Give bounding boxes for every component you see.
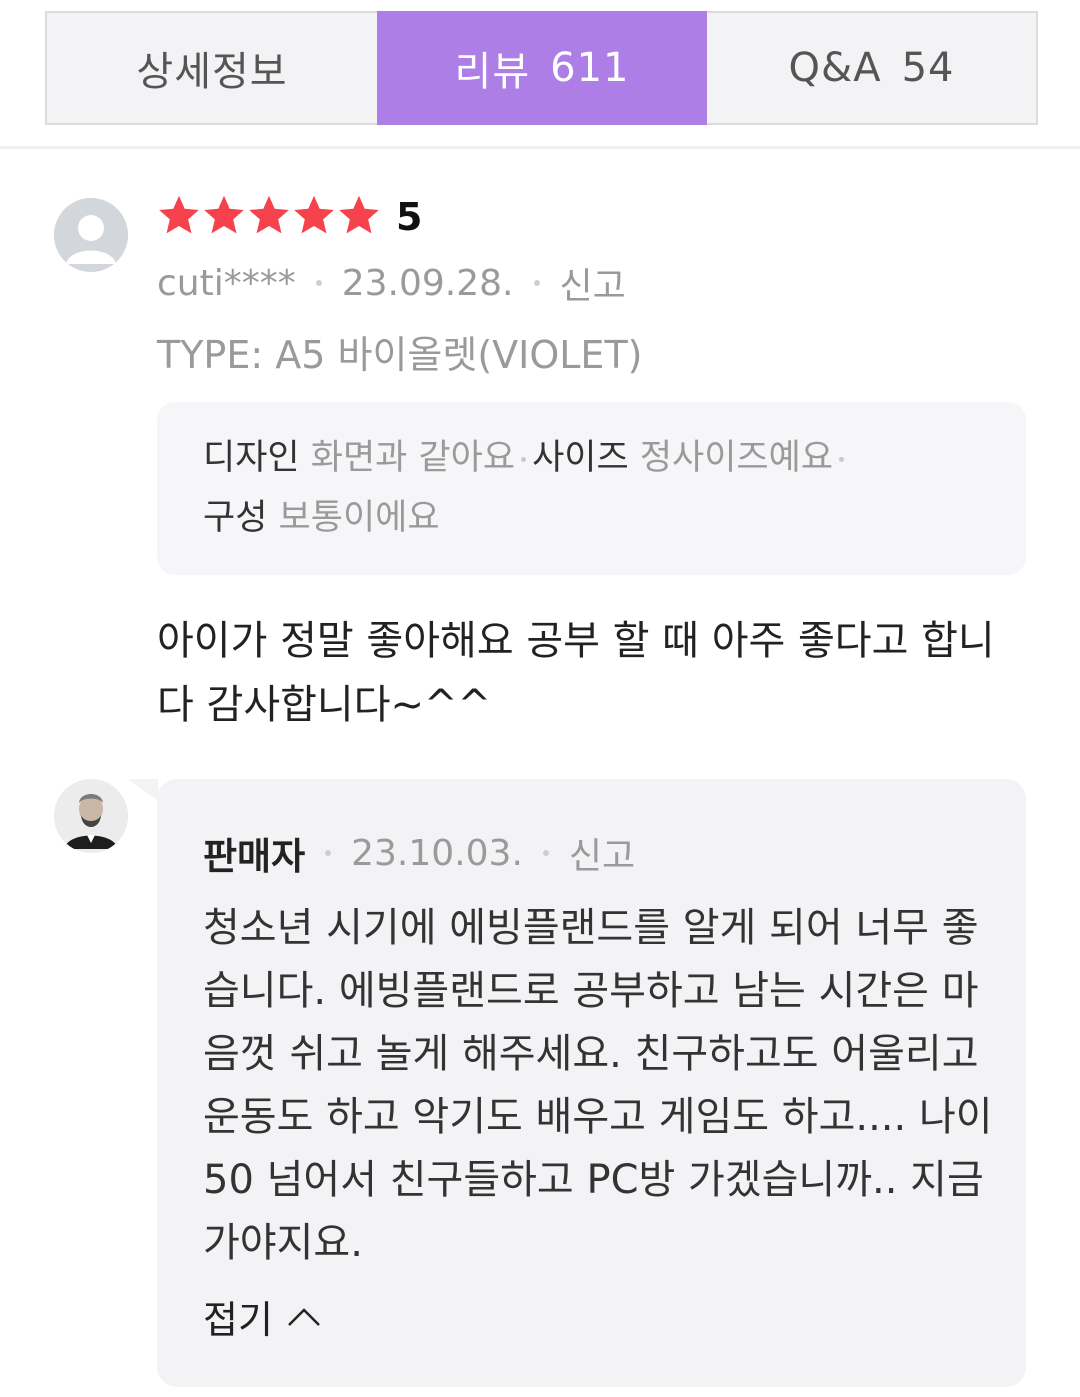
review-meta: cuti**** 23.09.28. 신고 [157, 257, 626, 309]
tab-reviews-count: 611 [550, 45, 630, 91]
survey-value-composition: 보통이에요 [278, 498, 440, 538]
review-rating: 5 [157, 193, 422, 241]
meta-separator [533, 280, 540, 286]
review-tabs: 상세정보 리뷰 611 Q&A 54 [45, 11, 1038, 125]
tab-details[interactable]: 상세정보 [47, 13, 377, 123]
reply-meta: 판매자 23.10.03. 신고 [203, 826, 635, 880]
survey-separator [839, 456, 845, 462]
star-icon [159, 195, 199, 234]
product-option: TYPE: A5 바이올렛(VIOLET) [157, 333, 643, 377]
report-link[interactable]: 신고 [560, 257, 626, 309]
tab-divider [0, 146, 1080, 149]
survey-key-size: 사이즈 [532, 438, 629, 478]
star-icon [249, 195, 289, 234]
tab-qna-label: Q&A [788, 45, 882, 91]
rating-value: 5 [396, 195, 423, 239]
default-avatar-icon [54, 198, 128, 272]
review-date: 23.09.28. [341, 262, 514, 304]
seller-avatar-icon [54, 779, 128, 853]
meta-separator [542, 850, 549, 856]
survey-key-design: 디자인 [203, 438, 300, 478]
fold-label: 접기 [203, 1298, 273, 1342]
review-survey: 디자인 화면과 같아요 사이즈 정사이즈예요 구성 보통이에요 [157, 402, 1026, 575]
meta-separator [325, 850, 332, 856]
survey-key-composition: 구성 [203, 498, 268, 538]
star-rating [157, 193, 382, 241]
tab-reviews-label: 리뷰 [454, 49, 531, 95]
seller-reply: 판매자 23.10.03. 신고 청소년 시기에 에빙플랜드를 알게 되어 너무… [157, 779, 1026, 1387]
survey-value-design: 화면과 같아요 [310, 438, 516, 478]
tab-qna-count: 54 [901, 45, 955, 91]
meta-separator [315, 280, 322, 286]
star-icon [294, 195, 334, 234]
survey-separator [521, 456, 527, 462]
chevron-up-icon [288, 1307, 320, 1326]
tab-reviews[interactable]: 리뷰 611 [377, 11, 707, 125]
tab-details-label: 상세정보 [136, 49, 288, 95]
seller-name: 판매자 [203, 835, 306, 878]
reply-bubble-tail [128, 779, 158, 801]
reviewer-name: cuti**** [157, 262, 296, 304]
fold-button[interactable]: 접기 [203, 1289, 321, 1344]
survey-value-size: 정사이즈예요 [639, 438, 834, 478]
tab-qna[interactable]: Q&A 54 [707, 13, 1036, 123]
star-icon [339, 195, 379, 234]
review-text: 아이가 정말 좋아해요 공부 할 때 아주 좋다고 합니다 감사합니다~^^ [157, 618, 995, 728]
reply-text: 청소년 시기에 에빙플랜드를 알게 되어 너무 좋습니다. 에빙플랜드로 공부하… [203, 905, 993, 1266]
star-icon [204, 195, 244, 234]
reply-date: 23.10.03. [351, 832, 523, 874]
reply-report-link[interactable]: 신고 [569, 827, 635, 879]
